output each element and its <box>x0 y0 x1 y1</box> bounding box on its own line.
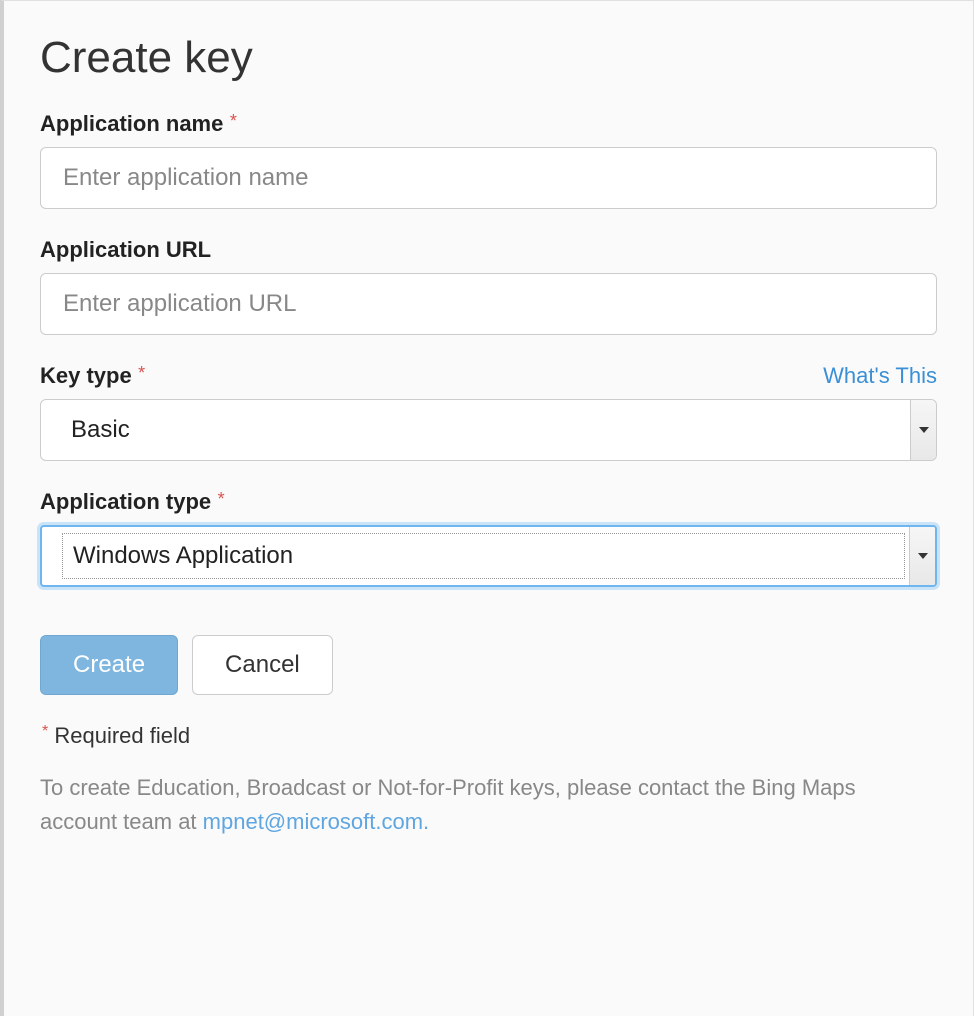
app-type-dropdown-handle[interactable] <box>909 527 935 585</box>
required-field-text: Required field <box>54 723 190 748</box>
app-type-selected-value: Windows Application <box>62 533 905 579</box>
chevron-down-icon <box>918 553 928 559</box>
whats-this-link[interactable]: What's This <box>823 363 937 389</box>
key-type-dropdown-handle[interactable] <box>910 400 936 460</box>
required-marker: * <box>230 111 237 131</box>
key-type-select[interactable]: Basic <box>40 399 937 461</box>
cancel-button[interactable]: Cancel <box>192 635 333 695</box>
contact-email-link[interactable]: mpnet@microsoft.com. <box>203 809 430 834</box>
create-button[interactable]: Create <box>40 635 178 695</box>
required-footnote: * Required field <box>40 723 937 749</box>
app-name-group: Application name * <box>40 111 937 209</box>
key-type-selected-value: Basic <box>41 404 910 456</box>
required-marker: * <box>42 723 48 740</box>
app-url-input[interactable] <box>40 273 937 335</box>
app-name-input[interactable] <box>40 147 937 209</box>
app-name-label: Application name <box>40 111 223 136</box>
key-type-label: Key type <box>40 363 132 388</box>
required-marker: * <box>138 363 145 383</box>
create-key-form: Create key Application name * Applicatio… <box>4 1 973 871</box>
required-marker: * <box>218 489 225 509</box>
button-row: Create Cancel <box>40 635 937 695</box>
app-type-select[interactable]: Windows Application <box>40 525 937 587</box>
page-title: Create key <box>40 33 937 83</box>
helper-text: To create Education, Broadcast or Not-fo… <box>40 771 937 839</box>
helper-prefix: To create Education, Broadcast or Not-fo… <box>40 775 856 834</box>
app-url-group: Application URL <box>40 237 937 335</box>
app-url-label: Application URL <box>40 237 211 262</box>
chevron-down-icon <box>919 427 929 433</box>
app-type-label: Application type <box>40 489 211 514</box>
key-type-group: Key type * What's This Basic <box>40 363 937 461</box>
app-type-group: Application type * Windows Application <box>40 489 937 587</box>
